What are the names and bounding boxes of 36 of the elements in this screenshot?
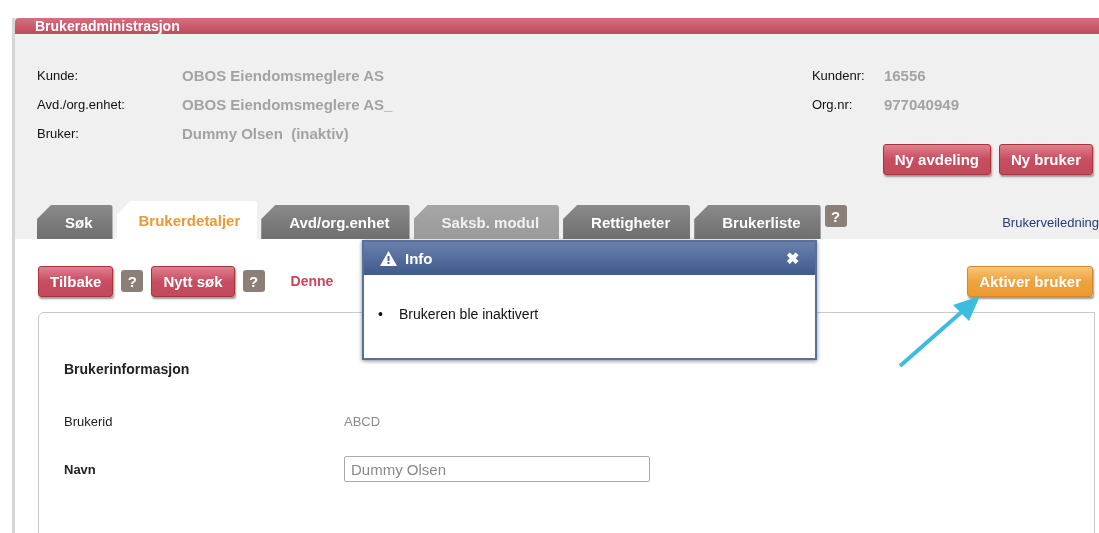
info-label: Kunde:	[37, 67, 80, 85]
action-button[interactable]: Ny avdeling	[882, 144, 991, 175]
info-value: OBOS Eiendomsmeglere AS_	[182, 95, 393, 115]
field-label: Brukerid	[64, 413, 114, 429]
tab[interactable]: Søk	[37, 205, 113, 239]
toolbar-button[interactable]: Tilbake	[38, 265, 114, 297]
info-value: OBOS Eiendomsmeglere AS	[182, 66, 385, 86]
action-button[interactable]: Ny bruker	[998, 144, 1093, 175]
field-value: ABCD	[344, 413, 382, 429]
help-button[interactable]: ?	[824, 205, 847, 227]
tab[interactable]: Brukerliste	[694, 205, 821, 239]
status-message: Denne	[290, 273, 334, 289]
tab[interactable]: Rettigheter	[563, 205, 691, 239]
activate-user-button[interactable]: Aktiver bruker	[967, 265, 1093, 297]
bullet-marker: •	[378, 305, 383, 323]
info-label: Bruker:	[37, 125, 80, 143]
field-label: Navn	[64, 461, 97, 477]
info-value: 977040949	[883, 95, 959, 115]
info-value: Dummy Olsen (inaktiv)	[182, 124, 350, 144]
user-guide-link[interactable]: Brukerveiledning	[1002, 210, 1099, 230]
close-button[interactable]: ✖	[786, 249, 799, 268]
help-button[interactable]: ?	[121, 270, 144, 292]
info-label: Avd./org.enhet:	[37, 96, 126, 114]
info-label: Org.nr:	[811, 96, 854, 114]
warning-icon	[380, 251, 397, 266]
help-button[interactable]: ?	[242, 270, 265, 292]
panel-title: Brukeradministrasjon	[15, 18, 1099, 34]
toolbar-button[interactable]: Nytt søk	[151, 265, 235, 297]
section-title: Brukerinformasjon	[64, 361, 191, 377]
info-value: 16556	[883, 66, 927, 86]
tab[interactable]: Brukerdetaljer	[116, 201, 258, 239]
tab[interactable]: Avd/org.enhet	[261, 205, 410, 239]
name-input-field[interactable]: Dummy Olsen	[344, 456, 650, 482]
info-label: Kundenr:	[811, 67, 866, 85]
dialog-title: Info	[405, 250, 433, 267]
dialog-message: Brukeren ble inaktivert	[398, 305, 539, 323]
